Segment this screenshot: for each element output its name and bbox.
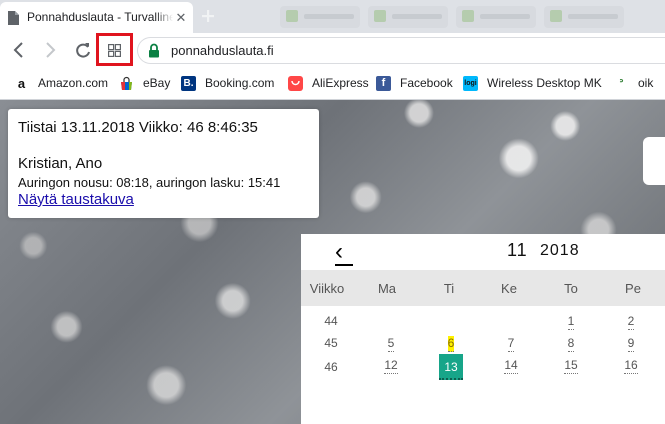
calendar-day-holiday[interactable]: 6 xyxy=(439,334,463,356)
forward-arrow-icon[interactable] xyxy=(40,40,60,60)
tab-strip: Ponnahduslauta - Turvallinen ✕ xyxy=(0,0,665,33)
side-widget[interactable] xyxy=(643,137,665,185)
logitech-icon: logi xyxy=(463,76,478,91)
name-day-text: Kristian, Ano xyxy=(18,155,103,172)
calendar-grid: 44 1 2 45 5 6 7 8 9 46 12 13 14 15 16 xyxy=(301,306,665,424)
facebook-icon: f xyxy=(376,76,391,91)
apps-grid-icon xyxy=(108,44,121,57)
tab-close-icon[interactable]: ✕ xyxy=(174,11,188,25)
back-arrow-icon[interactable] xyxy=(9,40,29,60)
bookmark-label: Facebook xyxy=(400,76,453,90)
weekday-header: Pe xyxy=(625,281,641,296)
bookmark-label: AliExpress xyxy=(312,76,369,90)
calendar-day[interactable]: 15 xyxy=(559,356,583,378)
weekday-header: Ti xyxy=(443,281,455,296)
calendar-day[interactable]: 7 xyxy=(499,334,523,356)
bookmark-label: Amazon.com xyxy=(38,76,109,90)
weekday-header: To xyxy=(564,281,578,296)
amazon-icon: a xyxy=(17,76,26,91)
calendar-header: ‹ 11 2018 xyxy=(301,234,665,270)
calendar-month: 11 xyxy=(507,240,528,260)
background-tab[interactable] xyxy=(280,6,360,28)
bookmark-label: oik xyxy=(638,76,654,90)
sun-times-text: Auringon nousu: 08:18, auringon lasku: 1… xyxy=(18,175,281,190)
calendar-day[interactable]: 12 xyxy=(379,356,403,378)
calendar-day[interactable]: 5 xyxy=(379,334,403,356)
background-tab[interactable] xyxy=(368,6,448,28)
calendar-day[interactable]: 9 xyxy=(619,334,643,356)
apps-button[interactable] xyxy=(96,33,133,66)
weekday-header: Ke xyxy=(501,281,517,296)
week-number: 45 xyxy=(324,336,338,350)
calendar-day[interactable]: 1 xyxy=(559,312,583,334)
aliexpress-icon xyxy=(288,76,303,91)
oik-icon: ᐣ xyxy=(619,78,624,89)
calendar-day[interactable]: 16 xyxy=(619,356,643,378)
new-tab-icon[interactable] xyxy=(200,8,216,24)
weekday-header: Ma xyxy=(377,281,397,296)
weekday-header: Viikko xyxy=(309,281,345,296)
ebay-icon xyxy=(119,76,134,91)
reload-icon[interactable] xyxy=(73,40,93,60)
browser-tab-active[interactable]: Ponnahduslauta - Turvallinen ✕ xyxy=(0,2,193,33)
tab-title: Ponnahduslauta - Turvallinen xyxy=(27,10,173,24)
background-tab[interactable] xyxy=(456,6,536,28)
previous-month-button[interactable]: ‹ xyxy=(335,239,353,266)
bookmark-label: eBay xyxy=(143,76,171,90)
bookmark-label: Booking.com xyxy=(205,76,275,90)
date-time-text: Tiistai 13.11.2018 Viikko: 46 8:46:35 xyxy=(18,119,258,136)
url-text: ponnahduslauta.fi xyxy=(171,43,274,58)
document-icon xyxy=(8,11,19,25)
browser-toolbar: ponnahduslauta.fi xyxy=(0,33,665,67)
calendar-year: 2018 xyxy=(540,242,580,259)
week-number: 44 xyxy=(324,314,338,328)
address-bar[interactable]: ponnahduslauta.fi xyxy=(137,37,665,64)
calendar: ‹ 11 2018 Viikko Ma Ti Ke To Pe 44 1 2 4… xyxy=(301,234,665,424)
calendar-day[interactable]: 8 xyxy=(559,334,583,356)
booking-icon: B. xyxy=(181,76,196,91)
calendar-day[interactable]: 14 xyxy=(499,356,523,378)
calendar-weekday-row: Viikko Ma Ti Ke To Pe xyxy=(301,270,665,306)
info-card: Tiistai 13.11.2018 Viikko: 46 8:46:35 Kr… xyxy=(8,109,319,218)
calendar-day[interactable]: 2 xyxy=(619,312,643,334)
week-number: 46 xyxy=(324,360,338,374)
bookmarks-bar: a Amazon.com eBay B. Booking.com AliExpr… xyxy=(0,67,665,100)
lock-icon xyxy=(149,43,159,58)
calendar-day-today[interactable]: 13 xyxy=(439,354,463,380)
page-background: Tiistai 13.11.2018 Viikko: 46 8:46:35 Kr… xyxy=(0,100,665,424)
show-background-link[interactable]: Näytä taustakuva xyxy=(18,191,134,208)
bookmark-label: Wireless Desktop MK xyxy=(487,76,602,90)
background-tab[interactable] xyxy=(544,6,624,28)
